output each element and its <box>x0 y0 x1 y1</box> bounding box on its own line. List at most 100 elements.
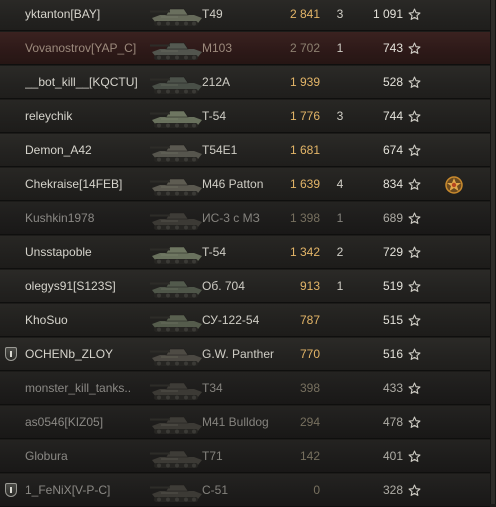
tank-name: T49 <box>202 7 223 21</box>
platoon-cell <box>3 440 20 473</box>
damage-value: 2 702 <box>289 41 320 55</box>
damage-value: 398 <box>299 381 320 395</box>
platoon-cell <box>3 474 20 507</box>
platoon-cell <box>3 0 20 31</box>
tank-name: T71 <box>202 449 223 463</box>
damage-value: 2 841 <box>289 7 320 21</box>
tank-name: ИС-3 с МЗ <box>202 211 260 225</box>
player-row[interactable]: Globura T71 142 401 <box>0 440 490 473</box>
player-name: yktanton[BAY] <box>25 7 101 21</box>
xp-value: 744 <box>382 109 403 123</box>
player-name: KhoSuo <box>25 313 68 327</box>
player-name: Globura <box>25 449 68 463</box>
kills-value <box>330 406 350 439</box>
spg-icon <box>148 475 206 506</box>
player-name: as0546[KIZ05] <box>25 415 104 429</box>
medium-tank-icon <box>148 169 206 200</box>
xp-value: 516 <box>382 347 403 361</box>
player-name: Demon_A42 <box>25 143 92 157</box>
tank-destroyer-icon <box>148 305 206 336</box>
platoon-cell <box>3 168 20 201</box>
xp-value: 834 <box>382 177 403 191</box>
kills-value <box>330 338 350 371</box>
star-icon <box>408 8 421 21</box>
heavy-tank-icon <box>148 33 206 64</box>
player-name: 1_FeNiX[V-P-C] <box>25 483 111 497</box>
tank-name: T-54 <box>202 245 227 259</box>
damage-value: 1 639 <box>289 177 320 191</box>
scrollbar[interactable] <box>490 0 496 504</box>
player-row[interactable]: Demon_A42 T54E1 1 681 674 <box>0 134 490 167</box>
star-icon <box>408 178 421 191</box>
damage-value: 0 <box>313 483 320 497</box>
tank-destroyer-icon <box>148 271 206 302</box>
star-icon <box>408 42 421 55</box>
platoon-icon <box>5 347 17 361</box>
spg-icon <box>148 67 206 98</box>
platoon-cell <box>3 32 20 65</box>
xp-value: 528 <box>382 75 403 89</box>
player-row[interactable]: monster_kill_tanks.. T34 398 433 <box>0 372 490 405</box>
damage-value: 1 398 <box>289 211 320 225</box>
damage-value: 913 <box>299 279 320 293</box>
player-name: releychik <box>25 109 73 123</box>
player-row[interactable]: olegys91[S123S] Об. 704 913 1 519 <box>0 270 490 303</box>
tank-name: M46 Patton <box>202 177 264 191</box>
team-stats-table: yktanton[BAY] T49 2 841 3 1 091 Vovanostrov[Y… <box>0 0 496 507</box>
spg-icon <box>148 339 206 370</box>
player-row[interactable]: 1_FeNiX[V-P-C] С-51 0 328 <box>0 474 490 507</box>
player-name: olegys91[S123S] <box>25 279 116 293</box>
platoon-cell <box>3 100 20 133</box>
xp-value: 401 <box>382 449 403 463</box>
xp-value: 519 <box>382 279 403 293</box>
xp-value: 689 <box>382 211 403 225</box>
xp-value: 674 <box>382 143 403 157</box>
platoon-cell <box>3 338 20 371</box>
kills-value: 3 <box>336 7 344 21</box>
xp-value: 433 <box>382 381 403 395</box>
platoon-cell <box>3 406 20 439</box>
player-row[interactable]: Unsstapoble T-54 1 342 2 729 <box>0 236 490 269</box>
player-name: Unsstapoble <box>25 245 92 259</box>
kills-value: 1 <box>336 211 344 225</box>
player-name: __bot_kill__[KQCTU] <box>25 75 138 89</box>
kills-value <box>330 304 350 337</box>
star-icon <box>408 110 421 123</box>
kills-value <box>330 372 350 405</box>
scrollbar-thumb[interactable] <box>491 0 495 504</box>
star-icon <box>408 280 421 293</box>
platoon-cell <box>3 304 20 337</box>
star-icon <box>408 382 421 395</box>
medium-tank-icon <box>148 237 206 268</box>
player-row[interactable]: yktanton[BAY] T49 2 841 3 1 091 <box>0 0 490 31</box>
damage-value: 787 <box>299 313 320 327</box>
light-tank-icon <box>148 407 206 438</box>
kills-value: 1 <box>336 279 344 293</box>
kills-value <box>330 474 350 507</box>
player-row[interactable]: __bot_kill__[KQCTU] 212A 1 939 528 <box>0 66 490 99</box>
star-icon <box>408 212 421 225</box>
platoon-cell <box>3 270 20 303</box>
player-row[interactable]: KhoSuo СУ-122-54 787 515 <box>0 304 490 337</box>
xp-value: 328 <box>382 483 403 497</box>
heavy-tank-icon <box>148 373 206 404</box>
tank-name: 212A <box>202 75 231 89</box>
player-row[interactable]: Kushkin1978 ИС-3 с МЗ 1 398 1 689 <box>0 202 490 235</box>
player-name: monster_kill_tanks.. <box>25 381 132 395</box>
tank-name: Об. 704 <box>202 279 245 293</box>
player-row[interactable]: as0546[KIZ05] M41 Bulldog 294 478 <box>0 406 490 439</box>
platoon-cell <box>3 236 20 269</box>
star-icon <box>408 246 421 259</box>
star-icon <box>408 76 421 89</box>
player-row[interactable]: releychik T-54 1 776 3 744 <box>0 100 490 133</box>
player-row[interactable]: Chekraise[14FEB] M46 Patton 1 639 4 834 <box>0 168 490 201</box>
damage-value: 770 <box>299 347 320 361</box>
kills-value <box>330 134 350 167</box>
kills-value: 2 <box>336 245 344 259</box>
player-row[interactable]: Vovanostrov[YAP_C] M103 2 702 1 743 <box>0 32 490 65</box>
star-icon <box>408 314 421 327</box>
medal-icon <box>442 173 466 197</box>
star-icon <box>408 484 421 497</box>
medium-tank-icon <box>148 101 206 132</box>
player-row[interactable]: OCHENb_ZLOY G.W. Panther 770 516 <box>0 338 490 371</box>
